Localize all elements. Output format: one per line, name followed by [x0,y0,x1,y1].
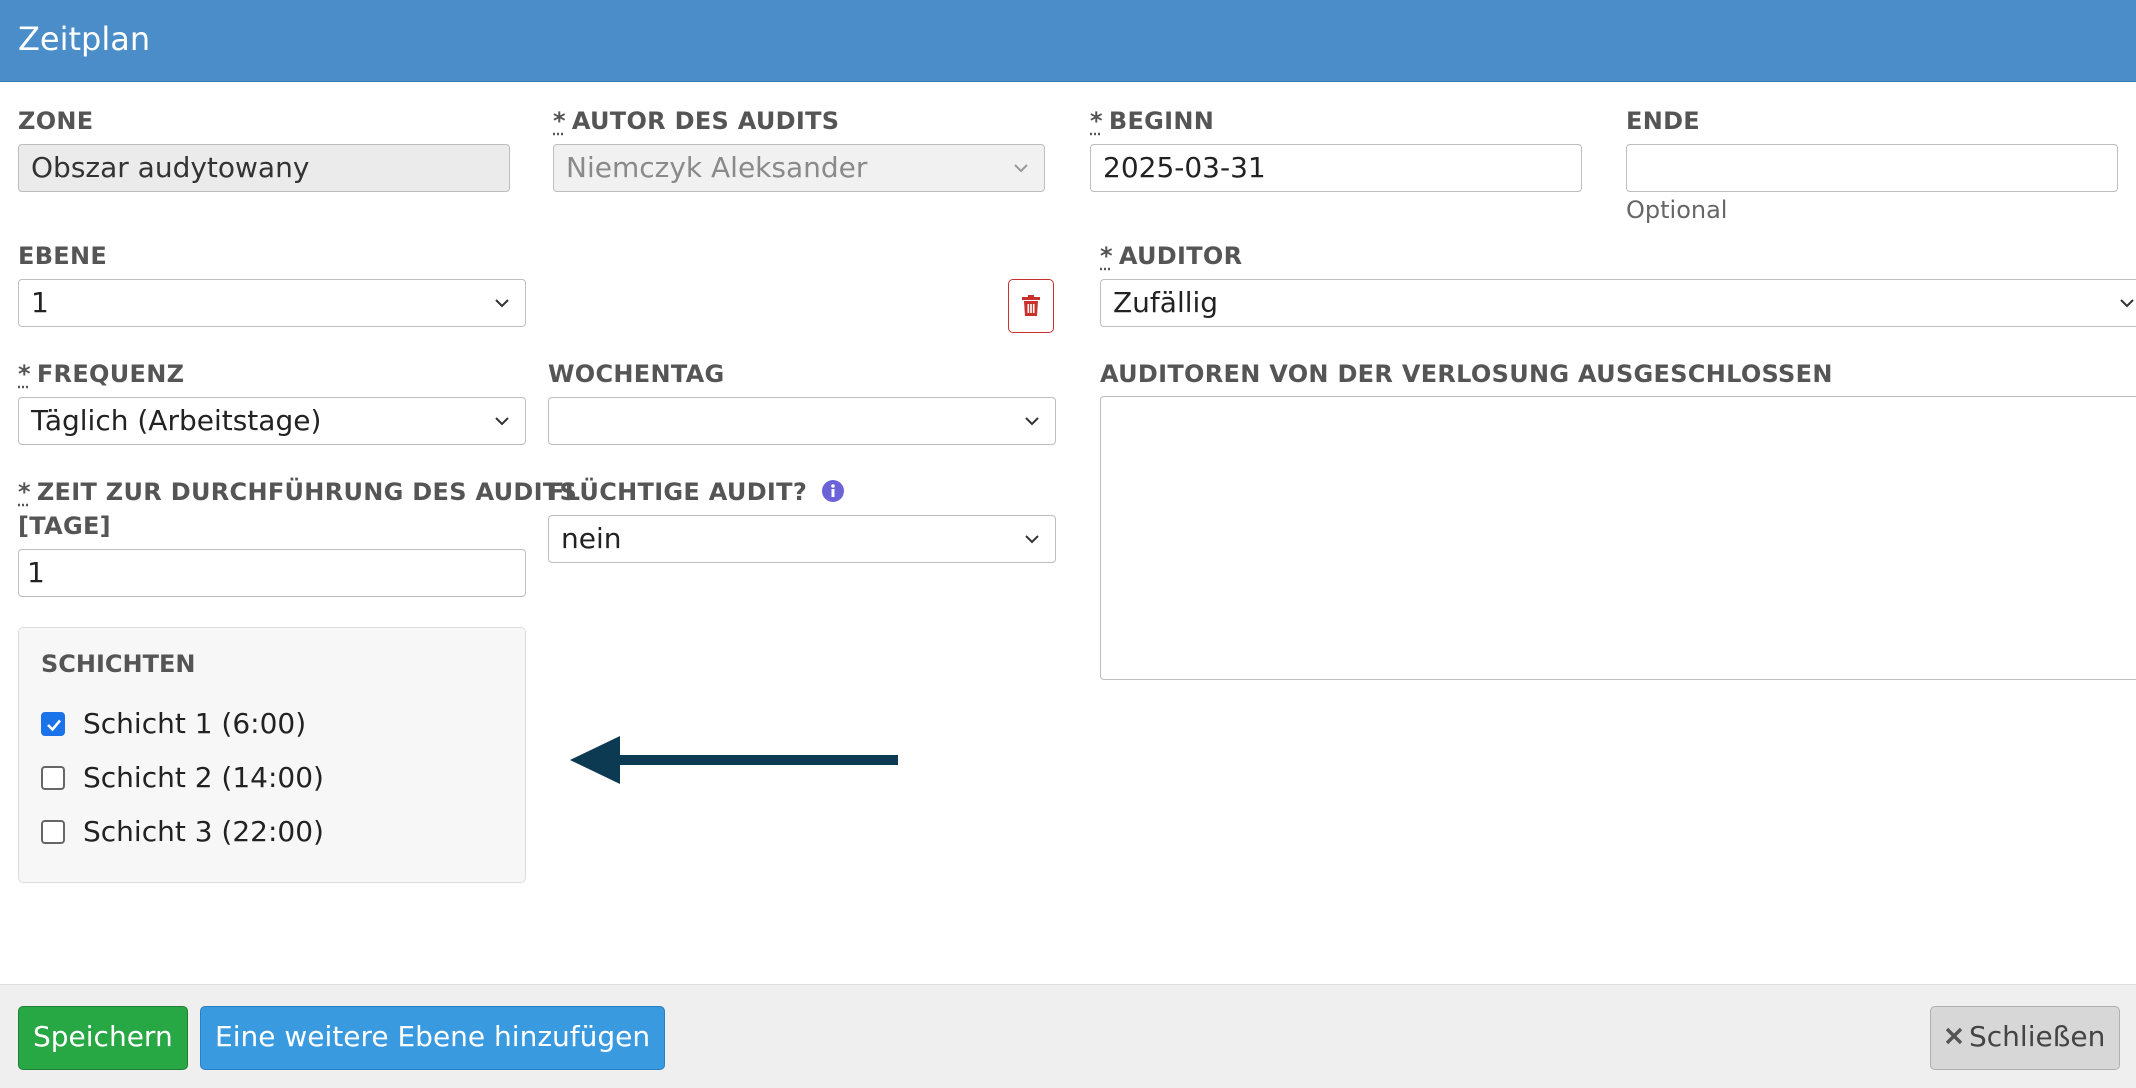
close-button-label: Schließen [1969,1020,2106,1053]
chevron-down-icon [495,296,509,310]
duration-label: * ZEIT ZUR DURCHFÜHRUNG DES AUDITS [TAGE] [18,478,578,540]
level-label: EBENE [18,242,108,270]
shift-3-checkbox[interactable] [41,820,65,844]
end-hint: Optional [1626,196,1728,224]
excluded-auditors-label: AUDITOREN VON DER VERLOSUNG AUSGESCHLOSS… [1100,360,1833,388]
end-date-input[interactable] [1626,144,2118,192]
weekday-select[interactable] [548,397,1056,445]
zone-field: Obszar audytowany [18,144,510,192]
arrow-left-icon [570,736,898,784]
info-icon[interactable] [821,480,844,502]
zone-label: ZONE [18,107,94,135]
chevron-down-icon [1014,161,1028,175]
chevron-down-icon [495,414,509,428]
shift-2-label: Schicht 2 (14:00) [83,761,324,794]
excluded-auditors-box[interactable] [1100,396,2136,680]
frequency-select[interactable]: Täglich (Arbeitstage) [18,397,526,445]
save-button[interactable]: Speichern [18,1006,188,1070]
close-button[interactable]: Schließen [1930,1006,2121,1070]
shifts-title: SCHICHTEN [41,650,196,678]
shift-2-checkbox[interactable] [41,766,65,790]
add-level-button[interactable]: Eine weitere Ebene hinzufügen [200,1006,666,1070]
volatile-audit-label: FLÜCHTIGE AUDIT? [548,475,844,509]
modal-footer: Speichern Eine weitere Ebene hinzufügen … [0,984,2136,1088]
chevron-down-icon [2120,296,2134,310]
close-icon [1945,1027,1963,1045]
author-label: * AUTOR DES AUDITS [553,107,840,135]
modal-header: Zeitplan [0,0,2136,82]
end-label: ENDE [1626,107,1700,135]
shift-1-label: Schicht 1 (6:00) [83,707,307,740]
shift-1-checkbox[interactable] [41,712,65,736]
chevron-down-icon [1025,414,1039,428]
chevron-down-icon [1025,532,1039,546]
level-select[interactable]: 1 [18,279,526,327]
trash-icon [1022,295,1040,316]
shifts-panel: SCHICHTEN Schicht 1 (6:00) Schicht 2 (14… [18,627,526,883]
author-select: Niemczyk Aleksander [553,144,1045,192]
volatile-audit-select[interactable]: nein [548,515,1056,563]
auditor-select[interactable]: Zufällig [1100,279,2136,327]
weekday-label: WOCHENTAG [548,360,725,388]
delete-level-button[interactable] [1008,279,1054,333]
modal-title: Zeitplan [18,20,151,58]
begin-date-input[interactable]: 2025-03-31 [1090,144,1582,192]
auditor-label: * AUDITOR [1100,242,1243,270]
frequency-label: * FREQUENZ [18,360,185,388]
begin-label: * BEGINN [1090,107,1215,135]
duration-days-input[interactable]: 1 [18,549,526,597]
shift-3-label: Schicht 3 (22:00) [83,815,324,848]
